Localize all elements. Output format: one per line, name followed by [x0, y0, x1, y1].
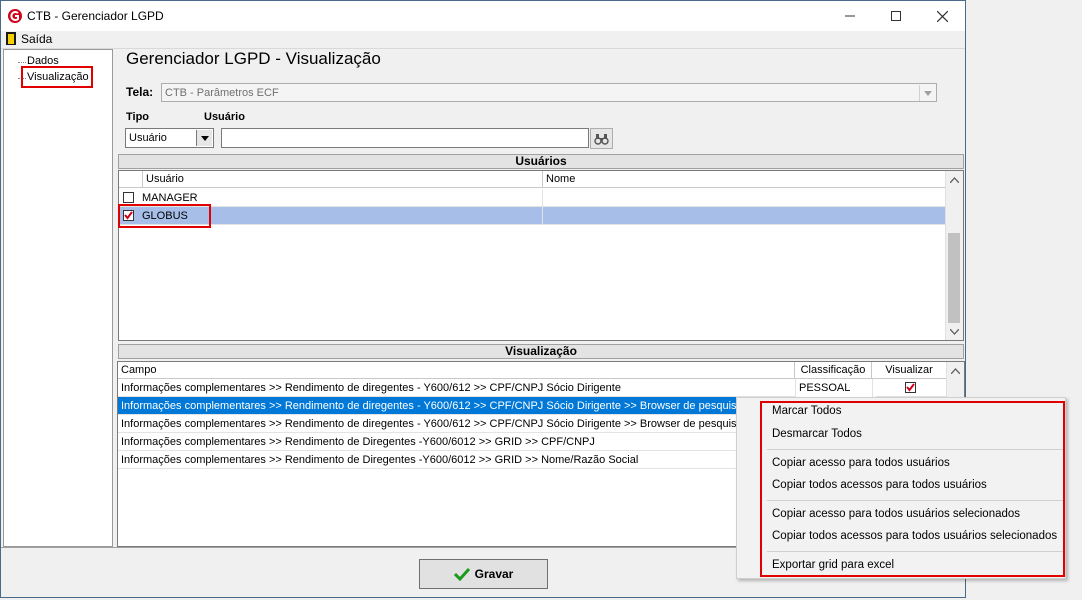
menu-bar: Saída [1, 31, 965, 49]
usuarios-grid[interactable]: Usuário Nome MANAGER GLOBUS [118, 170, 964, 341]
field-row[interactable]: Informações complementares >> Rendimento… [118, 451, 738, 469]
nome-cell [542, 189, 543, 207]
field-row[interactable]: Informações complementares >> Rendimento… [118, 379, 947, 397]
chevron-down-icon [200, 135, 209, 141]
chevron-up-icon [950, 176, 959, 183]
title-bar[interactable]: CTB - Gerenciador LGPD [1, 1, 965, 31]
tela-dropdown-arrow[interactable] [919, 85, 935, 101]
campo-cell: Informações complementares >> Rendimento… [121, 418, 759, 430]
scroll-thumb[interactable] [948, 233, 960, 323]
user-checkbox-manager[interactable] [123, 192, 134, 203]
checkmark-icon [453, 567, 470, 581]
tipo-select[interactable]: Usuário [125, 128, 214, 148]
field-row[interactable]: Informações complementares >> Rendimento… [118, 415, 759, 433]
column-header-nome[interactable]: Nome [543, 171, 946, 188]
exit-door-icon [6, 32, 16, 45]
column-header-classificacao[interactable]: Classificação [795, 362, 872, 379]
save-button[interactable]: Gravar [419, 559, 548, 589]
usuarios-scrollbar[interactable] [945, 171, 963, 340]
chevron-down-icon [923, 90, 932, 96]
column-header-campo[interactable]: Campo [118, 362, 795, 379]
scroll-up-button[interactable] [946, 171, 963, 188]
checkmark-icon [906, 383, 915, 392]
tela-select[interactable]: CTB - Parâmetros ECF [161, 83, 937, 102]
search-button[interactable] [590, 128, 613, 149]
column-header-check [119, 171, 143, 188]
tela-label: Tela: [126, 85, 154, 99]
close-button[interactable] [919, 1, 965, 31]
visualizar-cell[interactable] [872, 379, 948, 397]
visualizacao-scrollbar[interactable] [946, 362, 964, 398]
app-logo-icon [8, 9, 22, 23]
menu-exit[interactable]: Saída [21, 32, 52, 46]
tree-connector [18, 62, 26, 63]
highlight-box-visualizacao [21, 66, 93, 88]
highlight-box-context-menu [760, 401, 1065, 577]
field-row-selected[interactable]: Informações complementares >> Rendimento… [118, 397, 759, 415]
chevron-down-icon [950, 328, 959, 335]
tipo-label: Tipo [126, 111, 150, 123]
usuarios-panel-header: Usuários [118, 154, 964, 169]
navigation-tree: Dados Visualização [3, 49, 113, 547]
usuario-label: Usuário [204, 111, 245, 123]
maximize-button[interactable] [873, 1, 919, 31]
user-row-manager[interactable]: MANAGER [119, 189, 946, 207]
save-button-label: Gravar [474, 567, 514, 581]
scroll-down-button[interactable] [946, 323, 963, 340]
column-header-visualizar[interactable]: Visualizar [872, 362, 947, 379]
field-row[interactable]: Informações complementares >> Rendimento… [118, 433, 738, 451]
minimize-button[interactable] [827, 1, 873, 31]
visualizacao-panel-header: Visualização [118, 344, 964, 359]
binoculars-icon [594, 133, 609, 145]
campo-cell: Informações complementares >> Rendimento… [121, 400, 759, 412]
minimize-icon [845, 15, 855, 17]
window-title: CTB - Gerenciador LGPD [27, 9, 164, 23]
close-icon [936, 10, 948, 22]
usuario-input[interactable] [221, 128, 589, 148]
classificacao-cell: PESSOAL [795, 379, 876, 397]
campo-cell: Informações complementares >> Rendimento… [121, 382, 621, 394]
scroll-up-button[interactable] [947, 362, 964, 379]
maximize-icon [891, 11, 901, 21]
nome-cell [542, 207, 543, 225]
tipo-dropdown-arrow[interactable] [196, 130, 212, 146]
campo-cell: Informações complementares >> Rendimento… [121, 454, 639, 466]
chevron-up-icon [951, 367, 960, 374]
campo-cell: Informações complementares >> Rendimento… [121, 436, 595, 448]
page-title: Gerenciador LGPD - Visualização [126, 49, 381, 68]
tipo-value: Usuário [129, 132, 167, 144]
tela-value: CTB - Parâmetros ECF [165, 87, 279, 99]
visualizar-checkbox[interactable] [905, 382, 916, 393]
column-header-usuario[interactable]: Usuário [143, 171, 543, 188]
user-row-globus[interactable]: GLOBUS [119, 207, 946, 225]
highlight-box-globus [118, 204, 211, 228]
